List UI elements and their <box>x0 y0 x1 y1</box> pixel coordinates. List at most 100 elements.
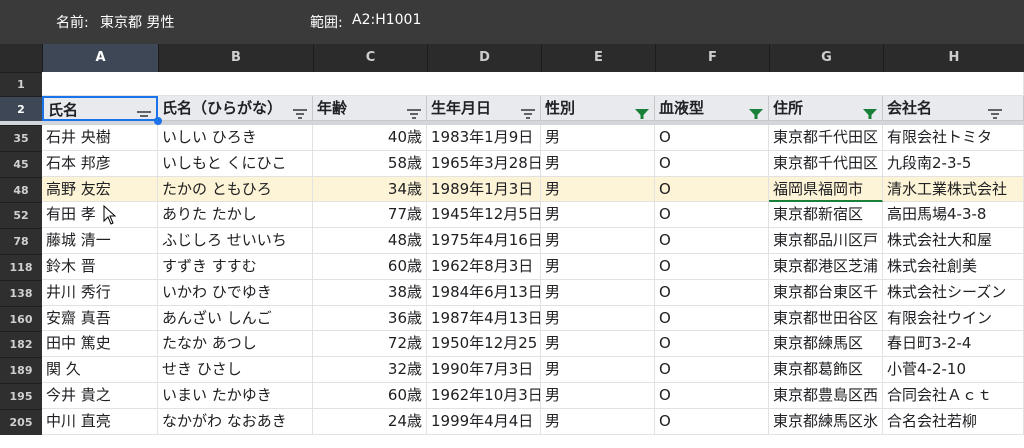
cell-address[interactable]: 東京都豊島区西 <box>769 383 883 409</box>
row-number[interactable]: 160 <box>0 305 42 332</box>
selection-handle[interactable] <box>154 117 162 125</box>
empty-cell[interactable] <box>42 72 1024 96</box>
cell-birthdate[interactable]: 1962年10月3日 <box>427 383 541 409</box>
cell-birthdate[interactable]: 1975年4月16日 <box>427 228 541 254</box>
cell-name[interactable]: 田中 篤史 <box>42 331 158 358</box>
cell-kana[interactable]: いしい ひろき <box>158 125 313 151</box>
cell-address[interactable]: 東京都台東区千 <box>769 279 883 306</box>
column-header-d[interactable]: D <box>427 44 541 72</box>
cell-company[interactable]: 合名会社若柳 <box>883 408 1024 435</box>
cell-age[interactable]: 60歳 <box>313 383 427 409</box>
column-header-g[interactable]: G <box>769 44 883 72</box>
cell-name[interactable]: 石井 央樹 <box>42 125 158 151</box>
header-cell-address[interactable]: 住所 <box>769 96 883 121</box>
cell-company[interactable]: 株式会社大和屋 <box>883 228 1024 254</box>
cell-gender[interactable]: 男 <box>541 202 655 229</box>
cell-birthdate[interactable]: 1950年12月25日 <box>427 331 541 358</box>
cell-gender[interactable]: 男 <box>541 150 655 177</box>
cell-company[interactable]: 清水工業株式会社 <box>883 176 1024 203</box>
cell-name[interactable]: 井川 秀行 <box>42 279 158 306</box>
cell-company[interactable]: 春日町3-2-4 <box>883 331 1024 358</box>
cell-address[interactable]: 東京都千代田区 <box>769 125 883 151</box>
cell-address[interactable]: 東京都世田谷区 <box>769 305 883 332</box>
column-header-c[interactable]: C <box>313 44 427 72</box>
cell-address[interactable]: 東京都練馬区氷 <box>769 408 883 435</box>
filter-icon[interactable] <box>987 103 1003 119</box>
cell-birthdate[interactable]: 1983年1月9日 <box>427 125 541 151</box>
cell-age[interactable]: 32歳 <box>313 357 427 383</box>
row-number[interactable]: 1 <box>0 72 42 96</box>
cell-bloodtype[interactable]: O <box>655 357 769 383</box>
row-number[interactable]: 35 <box>0 125 42 151</box>
cell-birthdate[interactable]: 1965年3月28日 <box>427 150 541 177</box>
cell-name[interactable]: 高野 友宏 <box>42 176 158 203</box>
column-header-a[interactable]: A <box>42 44 158 72</box>
cell-company[interactable]: 株式会社シーズン <box>883 279 1024 306</box>
cell-birthdate[interactable]: 1984年6月13日 <box>427 279 541 306</box>
cell-kana[interactable]: たかの ともひろ <box>158 176 313 203</box>
cell-kana[interactable]: あんざい しんご <box>158 305 313 332</box>
cell-gender[interactable]: 男 <box>541 125 655 151</box>
column-header-f[interactable]: F <box>655 44 769 72</box>
cell-company[interactable]: 有限会社トミタ <box>883 125 1024 151</box>
cell-name[interactable]: 今井 貴之 <box>42 383 158 409</box>
cell-kana[interactable]: いまい たかゆき <box>158 383 313 409</box>
cell-name[interactable]: 安齋 真吾 <box>42 305 158 332</box>
filter-icon[interactable] <box>292 103 308 119</box>
cell-age[interactable]: 58歳 <box>313 150 427 177</box>
cell-age[interactable]: 38歳 <box>313 279 427 306</box>
row-number[interactable]: 182 <box>0 331 42 358</box>
cell-age[interactable]: 40歳 <box>313 125 427 151</box>
cell-name[interactable]: 関 久 <box>42 357 158 383</box>
cell-gender[interactable]: 男 <box>541 331 655 358</box>
cell-address[interactable]: 東京都港区芝浦 <box>769 254 883 280</box>
cell-gender[interactable]: 男 <box>541 305 655 332</box>
cell-age[interactable]: 34歳 <box>313 176 427 203</box>
column-header-b[interactable]: B <box>158 44 313 72</box>
cell-company[interactable]: 株式会社創美 <box>883 254 1024 280</box>
cell-bloodtype[interactable]: O <box>655 125 769 151</box>
cell-address[interactable]: 東京都千代田区 <box>769 150 883 177</box>
cell-birthdate[interactable]: 1999年4月4日 <box>427 408 541 435</box>
filter-active-icon[interactable] <box>862 103 878 119</box>
filter-active-icon[interactable] <box>634 103 650 119</box>
cell-gender[interactable]: 男 <box>541 228 655 254</box>
cell-address[interactable]: 東京都葛飾区 <box>769 357 883 383</box>
filter-icon[interactable] <box>520 103 536 119</box>
cell-age[interactable]: 24歳 <box>313 408 427 435</box>
cell-bloodtype[interactable]: O <box>655 228 769 254</box>
cell-kana[interactable]: ふじしろ せいいち <box>158 228 313 254</box>
namebox-value[interactable]: 東京都 男性 <box>100 12 174 32</box>
cell-bloodtype[interactable]: O <box>655 305 769 332</box>
cell-kana[interactable]: いかわ ひでゆき <box>158 279 313 306</box>
cell-birthdate[interactable]: 1945年12月5日 <box>427 202 541 229</box>
cell-age[interactable]: 77歳 <box>313 202 427 229</box>
cell-kana[interactable]: なかがわ なおあき <box>158 408 313 435</box>
cell-company[interactable]: 有限会社ウイン <box>883 305 1024 332</box>
header-cell-age[interactable]: 年齢 <box>313 96 427 121</box>
row-number[interactable]: 189 <box>0 357 42 383</box>
cell-name[interactable]: 有田 孝 <box>42 202 158 229</box>
filter-icon[interactable] <box>136 105 152 117</box>
cell-name[interactable]: 中川 直亮 <box>42 408 158 435</box>
cell-name[interactable]: 鈴木 晋 <box>42 254 158 280</box>
cell-age[interactable]: 72歳 <box>313 331 427 358</box>
cell-kana[interactable]: いしもと くにひこ <box>158 150 313 177</box>
cell-kana[interactable]: たなか あつし <box>158 331 313 358</box>
header-cell-gender[interactable]: 性別 <box>541 96 655 121</box>
cell-gender[interactable]: 男 <box>541 357 655 383</box>
cell-birthdate[interactable]: 1990年7月3日 <box>427 357 541 383</box>
cell-gender[interactable]: 男 <box>541 279 655 306</box>
cell-birthdate[interactable]: 1989年1月3日 <box>427 176 541 203</box>
cell-address[interactable]: 福岡県福岡市 <box>769 176 883 203</box>
header-cell-birthdate[interactable]: 生年月日 <box>427 96 541 121</box>
cell-kana[interactable]: ありた たかし <box>158 202 313 229</box>
row-number[interactable]: 2 <box>0 96 42 121</box>
column-header-h[interactable]: H <box>883 44 1024 72</box>
cell-birthdate[interactable]: 1962年8月3日 <box>427 254 541 280</box>
row-number[interactable]: 48 <box>0 176 42 203</box>
cell-company[interactable]: 合同会社Ａｃｔ <box>883 383 1024 409</box>
cell-gender[interactable]: 男 <box>541 176 655 203</box>
cell-kana[interactable]: せき ひさし <box>158 357 313 383</box>
cell-kana[interactable]: すずき すすむ <box>158 254 313 280</box>
